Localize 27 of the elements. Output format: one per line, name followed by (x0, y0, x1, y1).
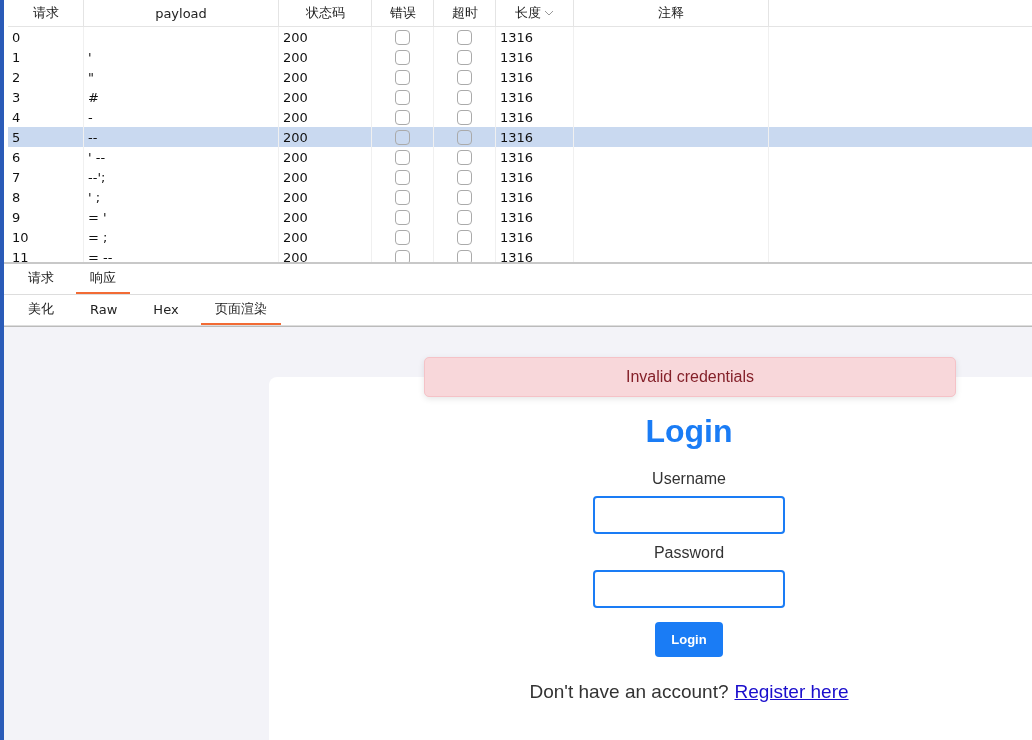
column-header[interactable]: 注释 (574, 0, 769, 26)
column-header[interactable]: 请求 (8, 0, 84, 26)
register-link[interactable]: Register here (734, 681, 849, 703)
sort-chevron-icon (544, 10, 554, 16)
footer-text: Don't have an account? (529, 681, 729, 703)
tab[interactable]: 响应 (76, 264, 130, 294)
table-cell: 200 (279, 247, 372, 262)
tab[interactable]: Hex (139, 295, 193, 325)
column-header[interactable]: payload (84, 0, 279, 26)
password-label: Password (653, 544, 725, 562)
column-header[interactable]: 错误 (372, 0, 434, 26)
error-alert: Invalid credentials (424, 357, 956, 397)
column-header[interactable]: 长度 (496, 0, 574, 26)
login-title: Login (645, 413, 733, 450)
tab[interactable]: 美化 (14, 295, 68, 325)
username-label: Username (652, 470, 726, 488)
username-field[interactable] (593, 496, 785, 534)
column-header[interactable]: 超时 (434, 0, 496, 26)
tab[interactable]: Raw (76, 295, 132, 325)
table-row[interactable]: 5 -- 200 1316 (8, 127, 1032, 147)
login-button[interactable]: Login (655, 622, 723, 657)
table-cell: = -- (84, 247, 279, 262)
table-cell: 1316 (496, 247, 574, 262)
table-cell: 11 (8, 247, 84, 262)
tab[interactable]: 请求 (14, 264, 68, 294)
password-field[interactable] (593, 570, 785, 608)
column-header[interactable]: 状态码 (279, 0, 372, 26)
